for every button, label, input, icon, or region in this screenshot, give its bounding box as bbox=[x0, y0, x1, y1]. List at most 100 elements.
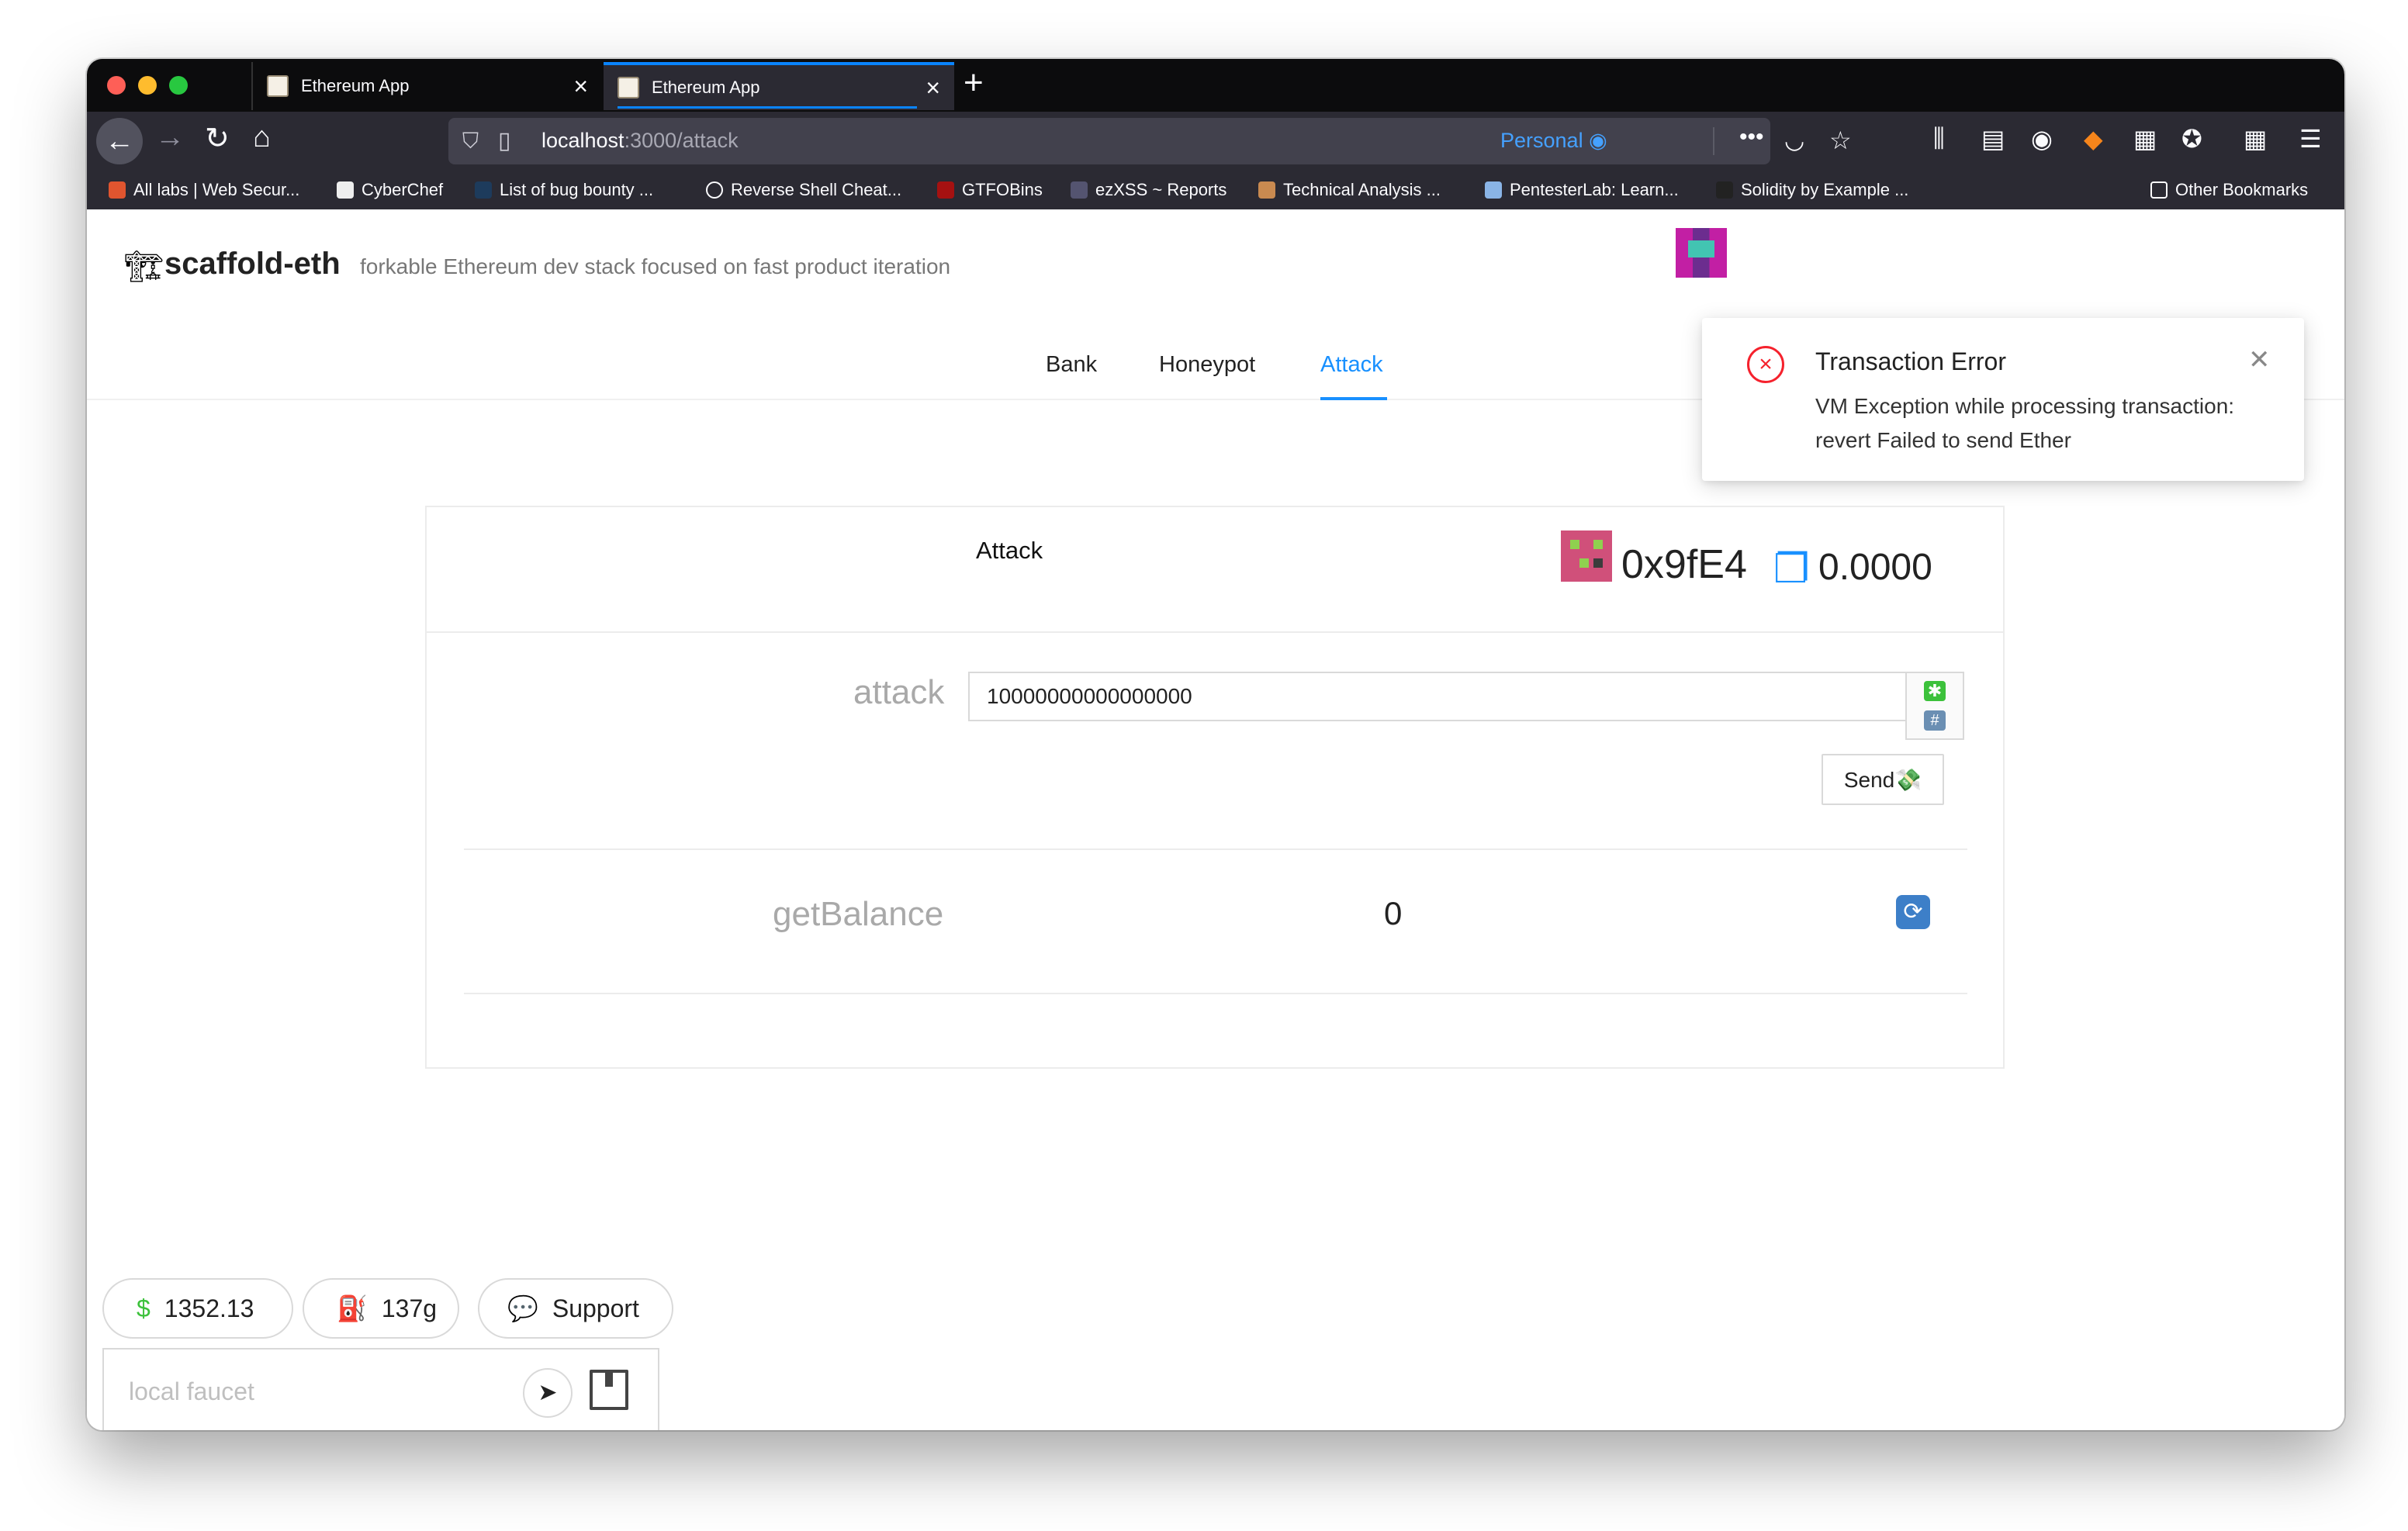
eth-price-pill[interactable]: $ 1352.13 bbox=[102, 1278, 293, 1339]
crane-logo-icon: 🏗 bbox=[124, 250, 164, 284]
close-window-button[interactable] bbox=[107, 76, 126, 95]
support-label: Support bbox=[552, 1294, 639, 1322]
getbalance-value: 0 bbox=[1384, 895, 1403, 931]
send-arrow-icon[interactable]: ➤ bbox=[523, 1368, 573, 1418]
multiply-wei-icon[interactable]: ✱ bbox=[1924, 681, 1946, 701]
gtfobins-icon bbox=[937, 181, 954, 199]
tracking-shield-icon[interactable]: ⛉ bbox=[462, 129, 479, 154]
support-button[interactable]: 💬 Support bbox=[478, 1278, 673, 1339]
copy-icon[interactable]: ❐ bbox=[1773, 546, 1810, 593]
tab-honeypot[interactable]: Honeypot bbox=[1159, 352, 1255, 378]
bookmark-item[interactable]: CyberChef bbox=[337, 180, 443, 200]
solidity-icon bbox=[1716, 181, 1733, 199]
divider bbox=[464, 848, 1967, 850]
forward-arrow-icon[interactable]: → bbox=[155, 121, 185, 154]
tab-title: Ethereum App bbox=[652, 78, 760, 97]
app-title[interactable]: scaffold-eth bbox=[164, 247, 341, 282]
library-icon[interactable]: ⫼ bbox=[1933, 124, 1945, 154]
close-icon[interactable]: ✕ bbox=[2248, 344, 2271, 375]
bookmark-label: List of bug bounty ... bbox=[500, 180, 654, 199]
portswigger-icon bbox=[109, 181, 126, 199]
browser-tab-active[interactable]: Ethereum App × bbox=[604, 62, 954, 110]
bookmark-item[interactable]: All labs | Web Secur... bbox=[109, 180, 299, 200]
browser-window: Ethereum App × Ethereum App × + ← → ↻ ⌂ … bbox=[87, 59, 2344, 1430]
bookmark-item[interactable]: Other Bookmarks bbox=[2150, 180, 2308, 200]
reload-icon[interactable]: ↻ bbox=[205, 121, 230, 156]
zoom-window-button[interactable] bbox=[169, 76, 188, 95]
attack-value-input[interactable] bbox=[970, 673, 1905, 720]
url-divider bbox=[1713, 127, 1714, 155]
page-info-icon[interactable]: ▯ bbox=[498, 127, 511, 154]
attack-function-label: attack bbox=[853, 673, 945, 711]
browser-tab[interactable]: Ethereum App × bbox=[251, 62, 602, 110]
crane-favicon-icon bbox=[618, 77, 639, 98]
extensions-puzzle-icon[interactable]: ▦ bbox=[2244, 124, 2267, 154]
notification-title: Transaction Error bbox=[1815, 347, 2006, 375]
active-tab-indicator bbox=[618, 106, 917, 109]
app-subtitle: forkable Ethereum dev stack focused on f… bbox=[360, 254, 951, 278]
input-addon: ✱ # bbox=[1905, 672, 1964, 740]
folder-icon bbox=[2150, 181, 2168, 199]
gas-price-pill[interactable]: ⛽ 137g bbox=[303, 1278, 459, 1339]
minimize-window-button[interactable] bbox=[138, 76, 157, 95]
container-name: Personal bbox=[1500, 129, 1583, 152]
active-tab-underline bbox=[1320, 397, 1387, 400]
bookmark-label: PentesterLab: Learn... bbox=[1510, 180, 1679, 199]
bug-icon bbox=[475, 181, 492, 199]
contract-blockie-avatar bbox=[1561, 530, 1612, 582]
close-icon[interactable]: × bbox=[925, 74, 940, 102]
getbalance-function-label: getBalance bbox=[773, 895, 944, 933]
bookmark-item[interactable]: List of bug bounty ... bbox=[475, 180, 653, 200]
bookmark-item[interactable]: GTFOBins bbox=[937, 180, 1043, 200]
error-circle-icon: × bbox=[1747, 346, 1784, 383]
tab-strip: Ethereum App × Ethereum App × + bbox=[87, 59, 2344, 112]
new-tab-plus-icon[interactable]: + bbox=[964, 64, 984, 102]
bookmark-label: Technical Analysis ... bbox=[1283, 180, 1441, 199]
more-actions-icon[interactable]: ••• bbox=[1739, 124, 1764, 150]
tab-attack[interactable]: Attack bbox=[1320, 352, 1383, 378]
contract-title: Attack bbox=[976, 537, 1043, 564]
bookmark-item[interactable]: ezXSS ~ Reports bbox=[1071, 180, 1226, 200]
address-bar[interactable]: ⛉ ▯ localhost:3000/attack Personal ◉ •••… bbox=[448, 118, 1852, 164]
hamburger-menu-icon[interactable]: ☰ bbox=[2299, 124, 2322, 154]
metamask-fox-icon[interactable]: ◆ bbox=[2084, 124, 2103, 154]
container-label[interactable]: Personal ◉ bbox=[1500, 129, 1607, 153]
wallet-icon[interactable] bbox=[590, 1370, 628, 1410]
faucet-address-input[interactable] bbox=[104, 1350, 507, 1430]
tab-bank[interactable]: Bank bbox=[1046, 352, 1097, 378]
bookmark-star-icon[interactable]: ☆ bbox=[1829, 126, 1852, 155]
home-icon[interactable]: ⌂ bbox=[253, 121, 271, 154]
refresh-icon[interactable]: ⟳ bbox=[1896, 895, 1930, 929]
bookmark-label: All labs | Web Secur... bbox=[133, 180, 300, 199]
bookmark-label: CyberChef bbox=[362, 180, 444, 199]
contract-address[interactable]: 0x9fE4 bbox=[1621, 541, 1747, 588]
bookmark-item[interactable]: Technical Analysis ... bbox=[1258, 180, 1441, 200]
fingerprint-icon: ◉ bbox=[1589, 129, 1607, 152]
spider-icon bbox=[1071, 181, 1088, 199]
contract-card-header: Attack 0x9fE4 ❐ 0.0000 bbox=[427, 507, 2003, 633]
close-icon[interactable]: × bbox=[573, 72, 588, 101]
bookmark-item[interactable]: PentesterLab: Learn... bbox=[1485, 180, 1679, 200]
chef-hat-icon bbox=[337, 181, 354, 199]
pocket-icon[interactable]: ◡ bbox=[1784, 127, 1804, 154]
account-blockie-avatar bbox=[1676, 228, 1727, 278]
bookmark-label: GTFOBins bbox=[962, 180, 1043, 199]
attack-value-input-wrap bbox=[968, 672, 1907, 721]
send-button[interactable]: Send💸 bbox=[1822, 754, 1944, 805]
cookie-icon[interactable]: ✪ bbox=[2181, 124, 2202, 154]
globe-icon bbox=[706, 181, 723, 199]
bookmark-label: Solidity by Example ... bbox=[1741, 180, 1909, 199]
gas-pump-icon: ⛽ bbox=[337, 1294, 368, 1322]
back-arrow-icon[interactable]: ← bbox=[96, 118, 143, 164]
extensions-grid-icon[interactable]: ▦ bbox=[2133, 124, 2157, 154]
account-icon[interactable]: ◉ bbox=[2031, 124, 2053, 154]
dollar-icon: $ bbox=[137, 1294, 150, 1322]
hash-icon[interactable]: # bbox=[1924, 710, 1946, 731]
bookmark-label: Reverse Shell Cheat... bbox=[731, 180, 902, 199]
sidebar-icon[interactable]: ▤ bbox=[1981, 124, 2005, 154]
contract-card: Attack 0x9fE4 ❐ 0.0000 attack ✱ # Send💸 … bbox=[425, 506, 2005, 1069]
bookmark-item[interactable]: Reverse Shell Cheat... bbox=[706, 180, 901, 200]
url-path: :3000/attack bbox=[624, 129, 739, 152]
bookmark-item[interactable]: Solidity by Example ... bbox=[1716, 180, 1908, 200]
url-text[interactable]: localhost:3000/attack bbox=[541, 129, 739, 153]
